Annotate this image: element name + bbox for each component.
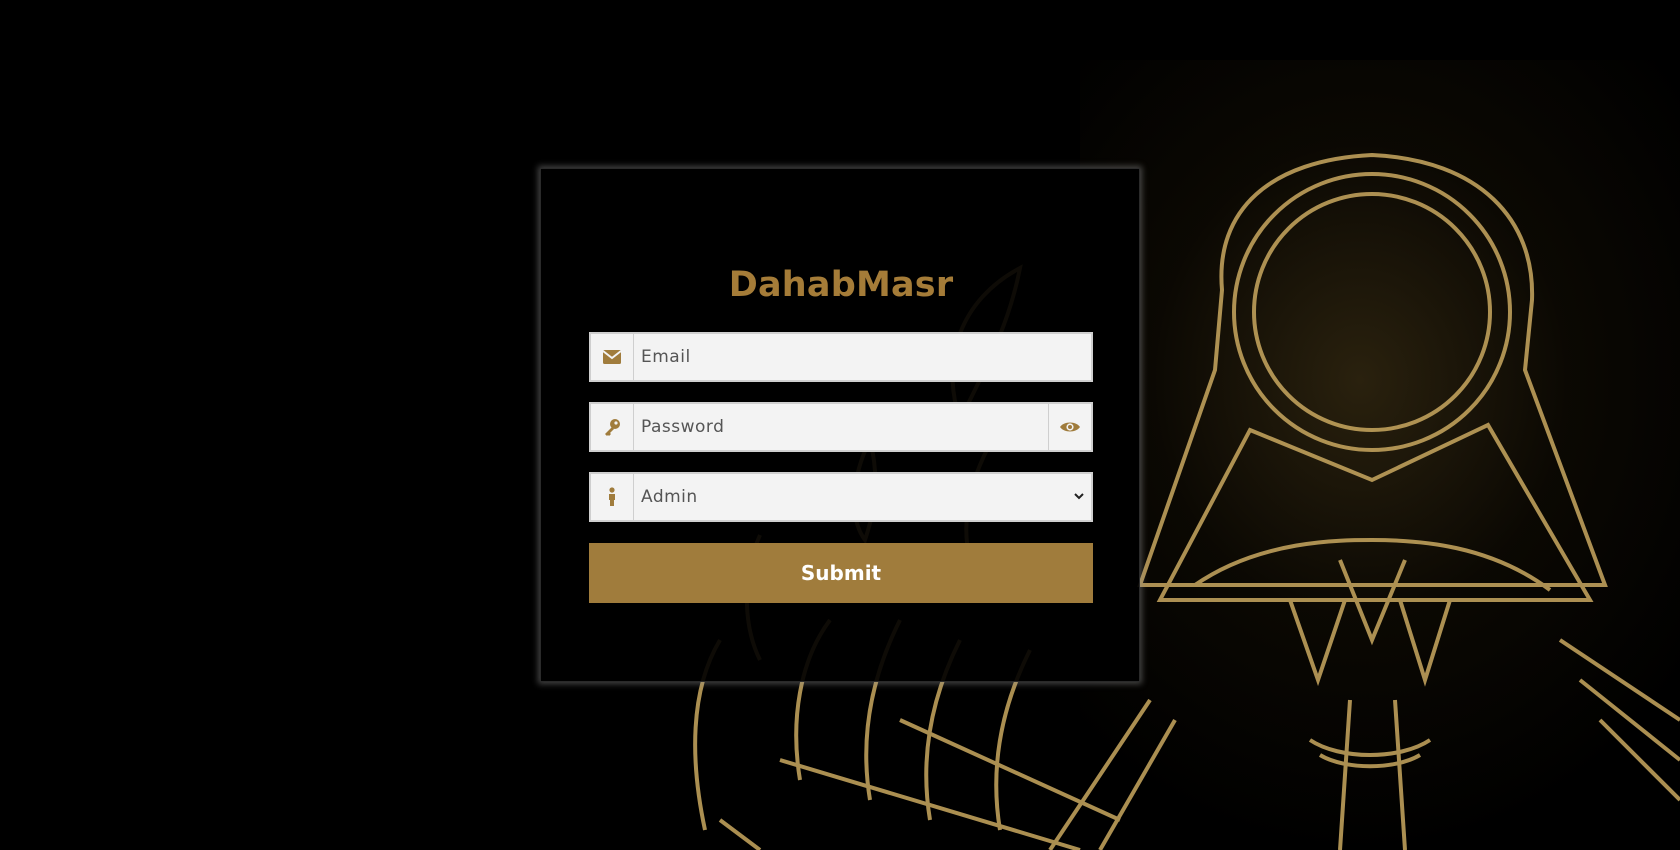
email-field-group (589, 332, 1093, 382)
brand-title: DahabMasr (728, 265, 954, 305)
envelope-icon (591, 334, 634, 380)
eye-icon[interactable] (1048, 404, 1091, 450)
person-icon (591, 474, 634, 520)
login-card: DahabMasr Email Admin Submit (540, 168, 1140, 682)
submit-button[interactable]: Submit (589, 543, 1093, 603)
password-input[interactable] (634, 404, 1048, 450)
login-page: DahabMasr Email Admin Submit (0, 0, 1680, 850)
role-select[interactable]: Admin (634, 474, 1091, 520)
email-input[interactable] (634, 334, 1091, 380)
role-field-group: Admin (589, 472, 1093, 522)
key-icon (591, 404, 634, 450)
password-field-group (589, 402, 1093, 452)
